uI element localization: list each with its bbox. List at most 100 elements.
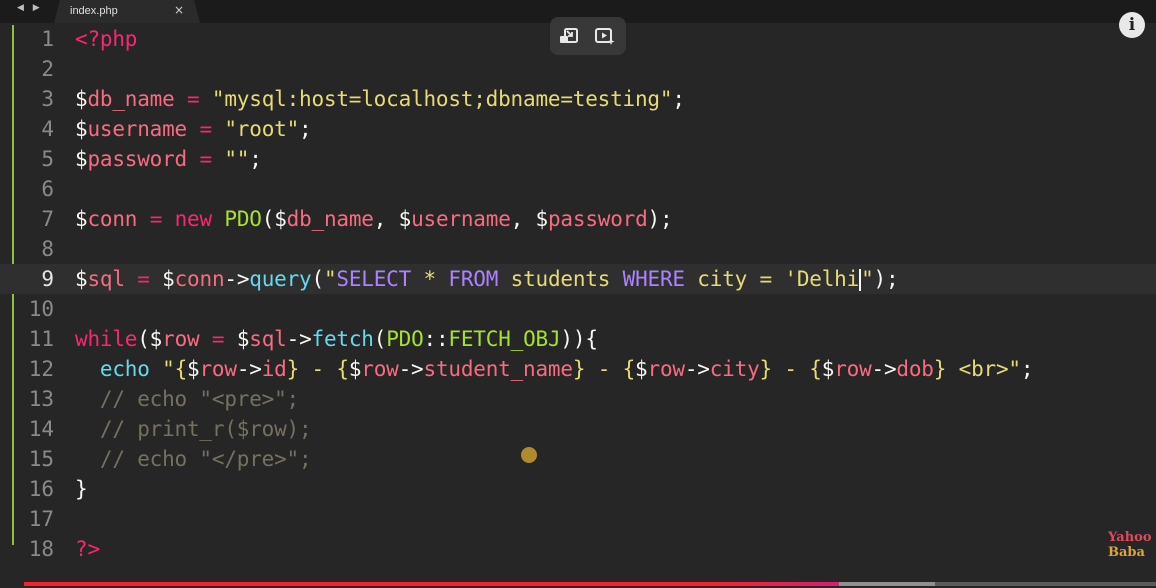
line-number: 12 bbox=[28, 357, 54, 381]
code-token: "mysql:host=localhost;dbname=testing" bbox=[211, 87, 673, 111]
code-token: query bbox=[249, 267, 312, 291]
code-token: -> bbox=[871, 357, 897, 381]
code-token: } bbox=[75, 477, 88, 501]
code-token: -> bbox=[236, 357, 262, 381]
code-text: $db_name = "mysql:host=localhost;dbname=… bbox=[75, 84, 685, 114]
code-token: FROM bbox=[448, 267, 499, 291]
autoplay-icon[interactable] bbox=[594, 25, 616, 47]
code-line[interactable]: 5 $password = ""; bbox=[0, 144, 1156, 174]
tab-index-php[interactable]: index.php × bbox=[54, 0, 200, 23]
code-token: PDO bbox=[386, 327, 424, 351]
code-text: // print_r($row); bbox=[75, 414, 312, 444]
code-token: "root" bbox=[224, 117, 300, 141]
code-token: row bbox=[361, 357, 399, 381]
video-progress-bar[interactable] bbox=[24, 582, 1156, 586]
code-token: ?> bbox=[75, 537, 100, 561]
code-token: student_name bbox=[423, 357, 574, 381]
line-number: 8 bbox=[41, 237, 54, 261]
code-token: dob bbox=[896, 357, 934, 381]
code-token: sql bbox=[87, 267, 125, 291]
code-token: } <br>" bbox=[933, 357, 1021, 381]
code-token: $ bbox=[236, 327, 250, 351]
code-token: = bbox=[137, 267, 150, 291]
code-token: city bbox=[709, 357, 760, 381]
code-token: { bbox=[585, 327, 598, 351]
code-line[interactable]: 10 bbox=[0, 294, 1156, 324]
code-token: password bbox=[87, 147, 187, 171]
code-line[interactable]: 2 bbox=[0, 54, 1156, 84]
code-line[interactable]: 14 // print_r($row); bbox=[0, 414, 1156, 444]
code-line[interactable]: 3 $db_name = "mysql:host=localhost;dbname… bbox=[0, 84, 1156, 114]
code-token: // print_r($row); bbox=[75, 417, 312, 441]
code-line[interactable]: 9 $sql = $conn->query("SELECT * FROM stud… bbox=[0, 264, 1156, 294]
code-line[interactable]: 6 bbox=[0, 174, 1156, 204]
code-token: city = 'Delhi bbox=[684, 267, 860, 291]
code-token: $ bbox=[348, 357, 362, 381]
code-token: $ bbox=[187, 357, 200, 381]
code-token: ); bbox=[647, 207, 673, 231]
code-token: ( bbox=[137, 327, 150, 351]
code-line[interactable]: 7 $conn = new PDO($db_name, $username, $p… bbox=[0, 204, 1156, 234]
code-token: } - { bbox=[286, 357, 349, 381]
watermark-line-2: Baba bbox=[1108, 545, 1145, 560]
code-line[interactable]: 17 bbox=[0, 504, 1156, 534]
tab-close-icon[interactable]: × bbox=[174, 3, 184, 17]
code-token: " bbox=[323, 267, 337, 291]
line-number: 16 bbox=[28, 477, 54, 501]
info-icon[interactable]: i bbox=[1119, 12, 1145, 38]
line-number: 4 bbox=[41, 117, 54, 141]
code-line[interactable]: 11 while($row = $sql->fetch(PDO::FETCH_OB… bbox=[0, 324, 1156, 354]
code-token: db_name bbox=[286, 207, 374, 231]
code-line[interactable]: 15 // echo "</pre>"; bbox=[0, 444, 1156, 474]
line-number: 17 bbox=[28, 507, 54, 531]
code-token: $ bbox=[398, 207, 412, 231]
line-number: 13 bbox=[28, 387, 54, 411]
code-text: echo "{$row->id} - {$row->student_name} … bbox=[75, 354, 1034, 384]
code-token: id bbox=[261, 357, 287, 381]
code-token: $ bbox=[821, 357, 835, 381]
code-line[interactable]: 12 echo "{$row->id} - {$row->student_nam… bbox=[0, 354, 1156, 384]
code-editor[interactable]: 1 <?php 2 3 $db_name = "mysql:host=localhost… bbox=[0, 23, 1156, 588]
line-number: 2 bbox=[41, 57, 54, 81]
code-token: SELECT bbox=[336, 267, 412, 291]
code-token: db_name bbox=[87, 87, 175, 111]
miniplayer-icon[interactable] bbox=[558, 25, 580, 47]
code-token: -> bbox=[224, 267, 250, 291]
code-token: username bbox=[87, 117, 187, 141]
code-line[interactable]: 8 bbox=[0, 234, 1156, 264]
tab-nav-arrows[interactable]: ◀ ▶ bbox=[17, 3, 43, 13]
code-line[interactable]: 4 $username = "root"; bbox=[0, 114, 1156, 144]
code-token: = bbox=[149, 207, 163, 231]
code-token: students bbox=[498, 267, 623, 291]
code-token: sql bbox=[249, 327, 287, 351]
code-token: ; bbox=[249, 147, 262, 171]
code-token: ; bbox=[1020, 357, 1034, 381]
code-token: ( bbox=[261, 207, 275, 231]
line-number: 6 bbox=[41, 177, 54, 201]
code-token: -> bbox=[398, 357, 424, 381]
code-token: } - { bbox=[759, 357, 822, 381]
code-token: $ bbox=[162, 267, 175, 291]
code-text: ?> bbox=[75, 534, 100, 564]
code-line[interactable]: 18 ?> bbox=[0, 534, 1156, 564]
code-text: // echo "</pre>"; bbox=[75, 444, 312, 474]
code-token: row bbox=[834, 357, 872, 381]
watermark-line-1: Yahoo bbox=[1108, 530, 1152, 545]
code-token: = bbox=[199, 147, 212, 171]
code-token: ( bbox=[373, 327, 387, 351]
code-line[interactable]: 13 // echo "<pre>"; bbox=[0, 384, 1156, 414]
tab-title: index.php bbox=[70, 5, 118, 17]
code-line[interactable]: 16} bbox=[0, 474, 1156, 504]
code-token: $ bbox=[635, 357, 648, 381]
code-token: echo bbox=[99, 357, 150, 381]
